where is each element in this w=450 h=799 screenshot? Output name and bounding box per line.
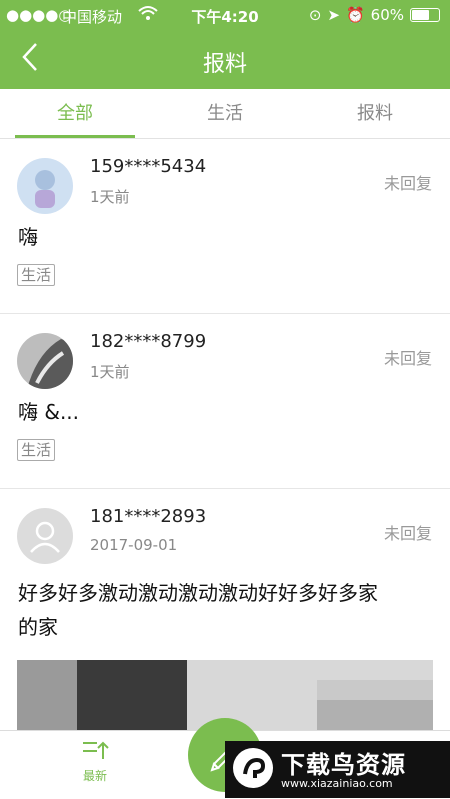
status-bar: ●●●●○ 中国移动 下午4:20 ⊙ ➤ ⏰ 60% — [0, 0, 450, 30]
nav-latest[interactable]: 最新 — [70, 739, 120, 784]
post-time: 2017-09-01 — [90, 536, 178, 554]
avatar — [17, 508, 73, 564]
rotation-lock-icon: ⊙ — [308, 6, 322, 24]
post-content-line: 好多好多激动激动激动激动好好多好多家 — [18, 581, 378, 605]
post-tag[interactable]: 生活 — [17, 264, 56, 286]
avatar — [17, 158, 73, 214]
category-tabs: 全部 生活 报料 — [0, 90, 450, 139]
tab-all[interactable]: 全部 — [0, 90, 150, 138]
watermark-url: www.xiazainiao.com — [281, 777, 393, 790]
post-time: 1天前 — [90, 188, 130, 206]
avatar — [17, 333, 73, 389]
latest-icon — [83, 741, 109, 759]
post-item[interactable]: 182****8799 1天前 未回复 嗨 &... 生活 — [0, 325, 450, 489]
post-tag[interactable]: 生活 — [17, 439, 56, 461]
post-content: 好多好多激动激动激动激动好好多好多家 的家 — [18, 576, 378, 644]
reply-status: 未回复 — [383, 349, 432, 368]
post-content: 嗨 — [18, 225, 38, 249]
watermark-bird-icon — [233, 748, 273, 788]
watermark-banner: 下载鸟资源 www.xiazainiao.com — [225, 741, 450, 798]
post-content-line: 的家 — [18, 615, 58, 639]
location-icon: ➤ — [327, 6, 340, 24]
page-title: 报料 — [202, 52, 247, 77]
post-content: 嗨 &... — [18, 400, 80, 424]
reply-status: 未回复 — [383, 524, 432, 543]
post-username: 182****8799 — [90, 331, 207, 352]
post-item[interactable]: 159****5434 1天前 未回复 嗨 生活 — [0, 150, 450, 314]
tab-report[interactable]: 报料 — [300, 90, 450, 138]
default-user-icon — [17, 508, 73, 564]
battery-icon — [410, 8, 440, 22]
post-username: 159****5434 — [90, 156, 207, 177]
app-header: ●●●●○ 中国移动 下午4:20 ⊙ ➤ ⏰ 60% 报料 — [0, 0, 450, 89]
post-time: 1天前 — [90, 363, 130, 381]
reply-status: 未回复 — [383, 174, 432, 193]
nav-latest-label: 最新 — [82, 769, 107, 783]
watermark-brand: 下载鸟资源 — [281, 751, 406, 779]
post-username: 181****2893 — [90, 506, 207, 527]
battery-percent: 60% — [370, 6, 404, 24]
alarm-icon: ⏰ — [345, 6, 365, 24]
active-tab-indicator — [15, 135, 135, 138]
tab-life[interactable]: 生活 — [150, 90, 300, 138]
